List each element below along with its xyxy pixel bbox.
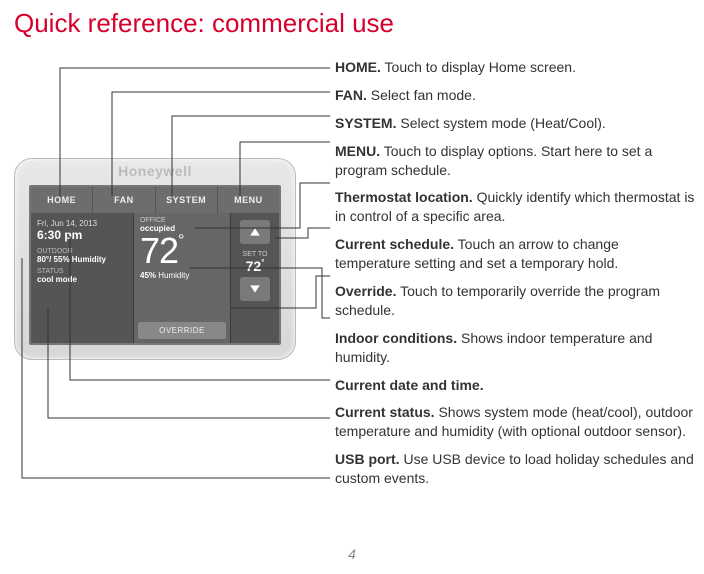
indoor-temp: 72° bbox=[140, 233, 224, 269]
desc-menu: MENU. Touch to display options. Start he… bbox=[335, 142, 695, 180]
set-to-label: SET TO bbox=[243, 251, 268, 258]
page-number: 4 bbox=[0, 546, 704, 562]
desc-location: Thermostat location. Quickly identify wh… bbox=[335, 188, 695, 226]
tab-menu[interactable]: MENU bbox=[218, 187, 279, 213]
brand-logo: Honeywell bbox=[15, 163, 295, 179]
desc-indoor: Indoor conditions. Shows indoor temperat… bbox=[335, 329, 695, 367]
degree-icon: ° bbox=[261, 258, 264, 267]
outdoor-label: OUTDOOR bbox=[37, 248, 127, 255]
desc-home: HOME. Touch to display Home screen. bbox=[335, 58, 695, 77]
page-title: Quick reference: commercial use bbox=[14, 8, 704, 39]
desc-schedule: Current schedule. Touch an arrow to chan… bbox=[335, 235, 695, 273]
setpoint-panel: SET TO 72° bbox=[231, 213, 279, 343]
indoor-panel: OFFICE occupied 72° 45% Humidity OVERRID… bbox=[134, 213, 231, 343]
desc-system: SYSTEM. Select system mode (Heat/Cool). bbox=[335, 114, 695, 133]
location-label: OFFICE bbox=[140, 217, 224, 224]
temp-up-button[interactable] bbox=[240, 220, 270, 244]
humidity-value: 45% bbox=[140, 271, 156, 280]
humidity-label: Humidity bbox=[158, 271, 189, 280]
indoor-humidity: 45% Humidity bbox=[140, 271, 224, 280]
desc-fan: FAN. Select fan mode. bbox=[335, 86, 695, 105]
override-button[interactable]: OVERRIDE bbox=[138, 322, 226, 339]
set-to-value: 72 bbox=[246, 258, 262, 274]
tab-home[interactable]: HOME bbox=[31, 187, 93, 213]
status-panel: Fri, Jun 14, 2013 6:30 pm OUTDOOR 80°/ 5… bbox=[31, 213, 134, 343]
desc-override: Override. Touch to temporarily override … bbox=[335, 282, 695, 320]
status-value: cool mode bbox=[37, 275, 127, 284]
tab-system[interactable]: SYSTEM bbox=[156, 187, 218, 213]
set-to-display: SET TO 72° bbox=[243, 251, 268, 274]
indoor-temp-value: 72 bbox=[140, 230, 178, 271]
date-text: Fri, Jun 14, 2013 bbox=[37, 219, 127, 228]
tab-fan[interactable]: FAN bbox=[93, 187, 155, 213]
desc-status: Current status. Shows system mode (heat/… bbox=[335, 403, 695, 441]
status-label: STATUS bbox=[37, 268, 127, 275]
time-text: 6:30 pm bbox=[37, 228, 127, 242]
outdoor-value: 80°/ 55% Humidity bbox=[37, 255, 127, 264]
degree-icon: ° bbox=[178, 232, 183, 249]
chevron-down-icon bbox=[249, 283, 261, 295]
chevron-up-icon bbox=[249, 226, 261, 238]
desc-datetime: Current date and time. bbox=[335, 376, 695, 395]
description-column: HOME. Touch to display Home screen. FAN.… bbox=[335, 58, 695, 497]
thermostat-screen: HOME FAN SYSTEM MENU Fri, Jun 14, 2013 6… bbox=[29, 185, 281, 345]
temp-down-button[interactable] bbox=[240, 277, 270, 301]
desc-usb: USB port. Use USB device to load holiday… bbox=[335, 450, 695, 488]
thermostat-device: Honeywell HOME FAN SYSTEM MENU Fri, Jun … bbox=[14, 158, 296, 360]
tab-bar: HOME FAN SYSTEM MENU bbox=[31, 187, 279, 213]
